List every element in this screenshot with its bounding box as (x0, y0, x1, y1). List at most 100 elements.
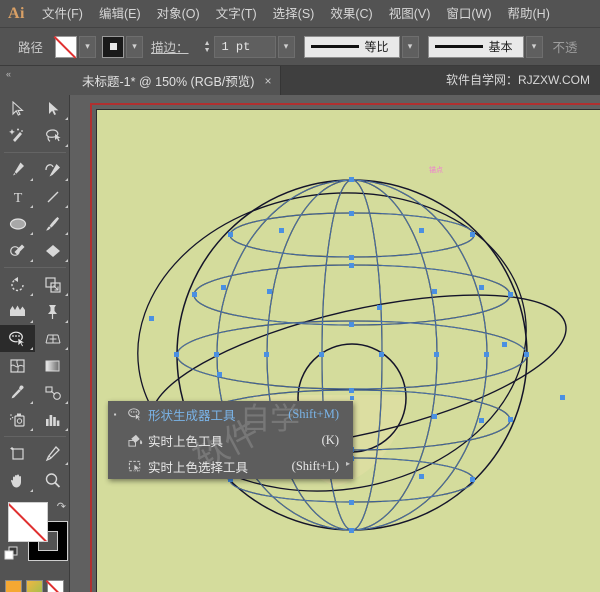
active-tool-bullet-icon: ▪ (113, 409, 117, 419)
menu-file[interactable]: 文件(F) (34, 0, 91, 28)
mesh-tool[interactable] (0, 352, 35, 379)
tool-group-corner-icon (30, 347, 33, 350)
curvature-tool[interactable] (35, 156, 70, 183)
gradient-swatch[interactable] (26, 580, 43, 592)
lasso-tool[interactable] (35, 122, 70, 149)
control-bar: 路径 ▾ ▾ 描边： ▲ ▼ 1 pt ▾ 等比 ▾ 基本 ▾ 不透 (0, 28, 600, 66)
brush-dropdown-arrow[interactable]: ▾ (525, 35, 543, 58)
flyout-shortcut-shape-builder: (Shift+M) (288, 406, 339, 421)
artboard[interactable]: 锚点 (96, 109, 600, 592)
anchor-label-marker: 锚点 (429, 167, 443, 174)
width-profile-dropdown-arrow[interactable]: ▾ (401, 35, 419, 58)
tool-group-corner-icon (30, 428, 33, 431)
free-transform-tool[interactable] (35, 298, 70, 325)
perspective-grid-tool[interactable] (35, 325, 70, 352)
sphere-wireframe-artwork[interactable] (97, 110, 600, 592)
selection-tool[interactable] (0, 95, 35, 122)
stroke-weight-input[interactable]: 1 pt (213, 35, 276, 58)
artboard-guide-left (90, 103, 92, 592)
tool-group-corner-icon (65, 178, 68, 181)
rotate-tool[interactable] (0, 271, 35, 298)
artboard-tool[interactable] (0, 440, 35, 467)
flyout-label-shape-builder: 形状生成器工具 (148, 408, 236, 423)
panel-collapse-icon[interactable]: « (0, 66, 70, 95)
width-profile-preview-icon (310, 45, 359, 48)
menu-window[interactable]: 窗口(W) (438, 0, 499, 28)
zoom-tool[interactable] (35, 467, 70, 494)
none-swatch[interactable] (47, 580, 64, 592)
paintbrush-tool[interactable] (35, 210, 70, 237)
stroke-inner-square (108, 42, 118, 51)
scale-tool[interactable] (35, 271, 70, 298)
stroke-weight-label: 描边： (151, 41, 189, 55)
illustrator-window: Ai 文件(F) 编辑(E) 对象(O) 文字(T) 选择(S) 效果(C) 视… (0, 0, 600, 592)
tool-group-corner-icon (30, 178, 33, 181)
shape-builder-tool[interactable] (0, 325, 35, 352)
flyout-label-live-paint-bucket: 实时上色工具 (148, 434, 224, 449)
fill-dropdown-arrow[interactable]: ▾ (79, 35, 97, 58)
default-fill-stroke-icon[interactable] (4, 546, 20, 567)
menu-effect[interactable]: 效果(C) (322, 0, 380, 28)
toolbar-divider (4, 152, 66, 153)
eraser-tool[interactable] (35, 237, 70, 264)
close-icon[interactable]: × (264, 74, 271, 88)
fill-color-swatch[interactable] (55, 35, 78, 58)
flyout-item-shape-builder[interactable]: ▪ 形状生成器工具 (Shift+M) (108, 401, 353, 427)
magic-wand-tool[interactable] (0, 122, 35, 149)
pen-tool[interactable] (0, 156, 35, 183)
tool-group-corner-icon (30, 232, 33, 235)
artboard-guide-top (90, 103, 600, 105)
menu-view[interactable]: 视图(V) (381, 0, 439, 28)
tool-group-corner-icon (30, 205, 33, 208)
menu-bar: Ai 文件(F) 编辑(E) 对象(O) 文字(T) 选择(S) 效果(C) 视… (0, 0, 600, 28)
brush-definition-label: 基本 (488, 40, 513, 54)
swap-fill-stroke-icon[interactable]: ↷ (57, 500, 66, 513)
opacity-label[interactable]: 不透 (543, 37, 578, 56)
ellipse-tool[interactable] (0, 210, 35, 237)
symbol-sprayer-tool[interactable] (0, 406, 35, 433)
width-tool[interactable] (0, 298, 35, 325)
menu-help[interactable]: 帮助(H) (500, 0, 558, 28)
stroke-weight-stepper[interactable]: ▲ ▼ (201, 36, 214, 58)
shape-builder-tool-flyout[interactable]: 软件 自学 ▪ 形状生成器工具 (Shift+M) 实时上色工具 (K) ▸ 实… (108, 401, 353, 479)
ai-logo: Ai (8, 4, 25, 22)
flyout-item-live-paint-selection[interactable]: 实时上色选择工具 (Shift+L) (108, 453, 353, 479)
direct-selection-tool[interactable] (35, 95, 70, 122)
flyout-item-live-paint-bucket[interactable]: 实时上色工具 (K) ▸ (108, 427, 353, 468)
shaper-tool[interactable] (0, 237, 35, 264)
document-tab[interactable]: 未标题-1* @ 150% (RGB/预览) × (70, 66, 282, 95)
brush-definition-field[interactable]: 基本 (427, 35, 524, 58)
menu-type[interactable]: 文字(T) (208, 0, 265, 28)
gradient-tool[interactable] (35, 352, 70, 379)
stroke-weight-dropdown-arrow[interactable]: ▾ (277, 35, 295, 58)
canvas-area[interactable]: 锚点 软件 自学 ▪ 形状生成器工具 (Shift+M) 实时上色工具 (K) … (70, 95, 600, 592)
stroke-color-swatch[interactable] (102, 35, 125, 58)
svg-text:T: T (13, 191, 22, 205)
tool-group-corner-icon (30, 489, 33, 492)
document-tab-bar: « 未标题-1* @ 150% (RGB/预览) × 软件自学网：RJZXW.C… (0, 66, 600, 95)
tool-group-corner-icon (65, 205, 68, 208)
tool-group-corner-icon (30, 320, 33, 323)
stroke-dropdown-arrow[interactable]: ▾ (126, 35, 144, 58)
menu-edit[interactable]: 编辑(E) (91, 0, 149, 28)
slice-tool[interactable] (35, 440, 70, 467)
tool-group-corner-icon (65, 320, 68, 323)
toolbar-divider (4, 267, 66, 268)
hand-tool[interactable] (0, 467, 35, 494)
column-graph-tool[interactable] (35, 406, 70, 433)
color-mode-buttons (0, 580, 69, 592)
menu-select[interactable]: 选择(S) (265, 0, 323, 28)
eyedropper-tool[interactable] (0, 379, 35, 406)
tool-group-corner-icon (30, 293, 33, 296)
line-segment-tool[interactable] (35, 183, 70, 210)
tool-group-corner-icon (65, 144, 68, 147)
blend-tool[interactable] (35, 379, 70, 406)
tool-group-corner-icon (65, 401, 68, 404)
width-profile-field[interactable]: 等比 (303, 35, 400, 58)
flyout-shortcut-live-paint-bucket: (K) (321, 432, 339, 447)
fill-color-box[interactable] (8, 502, 48, 542)
live-paint-selection-icon (122, 459, 148, 474)
menu-object[interactable]: 对象(O) (149, 0, 208, 28)
color-swatch-orange[interactable] (5, 580, 22, 592)
type-tool[interactable]: T (0, 183, 35, 210)
